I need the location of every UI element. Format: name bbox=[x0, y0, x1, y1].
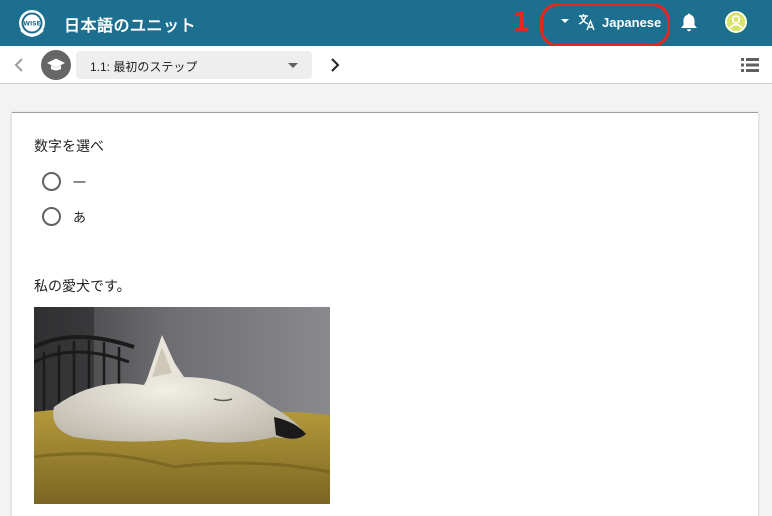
radio-button[interactable] bbox=[42, 206, 61, 226]
app-title: 日本語のユニット bbox=[64, 18, 197, 35]
caret-down-icon[interactable] bbox=[561, 19, 569, 23]
logo-icon[interactable]: WISE bbox=[17, 8, 47, 38]
step-select[interactable]: 1.1: 最初のステップ bbox=[76, 51, 312, 79]
chevron-down-icon bbox=[288, 63, 298, 68]
option-label: 一 bbox=[73, 174, 87, 190]
chevron-right-icon[interactable] bbox=[328, 56, 342, 74]
annotation-number: 1 bbox=[512, 8, 531, 38]
svg-text:WISE: WISE bbox=[23, 21, 40, 28]
step-select-label: 1.1: 最初のステップ bbox=[90, 60, 198, 74]
account-icon[interactable] bbox=[725, 11, 747, 33]
question-prompt: 数字を選べ bbox=[34, 138, 104, 154]
view-list-icon[interactable] bbox=[741, 57, 759, 73]
app-bar: WISE 日本語のユニット 1 Japanese bbox=[0, 0, 772, 47]
bell-icon[interactable] bbox=[680, 12, 698, 32]
option-label: あ bbox=[73, 209, 87, 225]
radio-option-1[interactable]: 一 bbox=[42, 170, 86, 192]
dog-photo bbox=[34, 307, 330, 504]
chevron-left-icon[interactable] bbox=[12, 56, 26, 74]
school-icon bbox=[47, 58, 65, 71]
language-select[interactable]: Japanese bbox=[602, 15, 661, 30]
radio-button[interactable] bbox=[42, 171, 61, 191]
translate-icon[interactable] bbox=[578, 12, 596, 32]
content-card: 数字を選べ 一 あ 私の愛犬です。 bbox=[12, 112, 758, 516]
step-badge bbox=[41, 50, 71, 80]
radio-option-2[interactable]: あ bbox=[42, 205, 86, 227]
image-caption: 私の愛犬です。 bbox=[34, 278, 131, 294]
step-nav-bar: 1.1: 最初のステップ bbox=[0, 46, 772, 84]
